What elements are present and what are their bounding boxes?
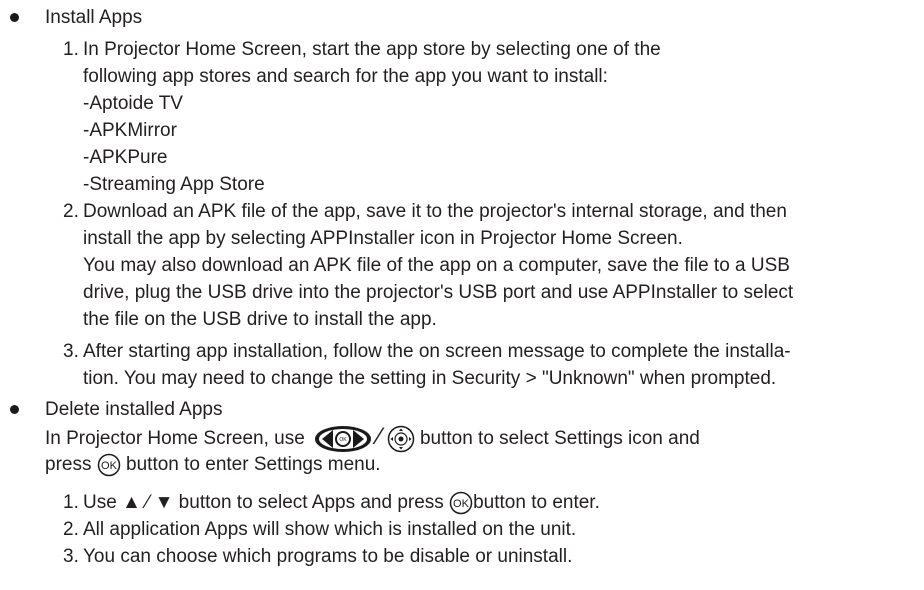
step-text: following app stores and search for the … xyxy=(83,66,608,87)
step-text: button to enter. xyxy=(473,492,600,513)
step-number: 3. xyxy=(63,341,79,362)
ok-label: OK xyxy=(453,498,470,510)
delete-apps-heading: Delete installed Apps xyxy=(45,399,223,420)
step-text: tion. You may need to change the setting… xyxy=(83,368,777,389)
step-text: Download an APK file of the app, save it… xyxy=(83,201,787,222)
delete-step-line: Use ▲ ⁄ ▼ button to select Apps and pres… xyxy=(83,489,600,516)
intro-text: button to enter Settings menu. xyxy=(126,454,381,475)
step-text: All application Apps will show which is … xyxy=(83,519,577,540)
dpad-icon: OK xyxy=(314,424,372,454)
step-text: install the app by selecting APPInstalle… xyxy=(83,228,683,249)
step-text: In Projector Home Screen, start the app … xyxy=(83,39,661,60)
step-text: After starting app installation, follow … xyxy=(83,341,791,362)
step-number: 1. xyxy=(63,492,79,513)
app-store-item: -APKPure xyxy=(83,147,168,168)
step-text: You can choose which programs to be disa… xyxy=(83,546,573,567)
slash-separator: ⁄ xyxy=(377,423,382,450)
install-apps-heading: Install Apps xyxy=(45,7,143,28)
ok-button-icon: OK xyxy=(97,453,121,477)
step-number: 2. xyxy=(63,519,79,540)
step-number: 1. xyxy=(63,39,79,60)
step-text: You may also download an APK file of the… xyxy=(83,255,790,276)
delete-intro-line: In Projector Home Screen, use OK ⁄ butto… xyxy=(45,423,700,454)
bullet-icon xyxy=(10,405,19,414)
svg-text:OK: OK xyxy=(339,437,347,443)
app-store-item: -APKMirror xyxy=(83,120,177,141)
step-number: 3. xyxy=(63,546,79,567)
ok-button-icon: OK xyxy=(449,491,473,515)
step-text: the file on the USB drive to install the… xyxy=(83,309,437,330)
intro-text: In Projector Home Screen, use xyxy=(45,428,305,449)
step-text: drive, plug the USB drive into the proje… xyxy=(83,282,794,303)
intro-text: button to select Settings icon and xyxy=(419,428,700,449)
ok-label: OK xyxy=(101,460,118,472)
step-text: Use ▲ ⁄ ▼ button to select Apps and pres… xyxy=(83,492,444,513)
app-store-item: -Aptoide TV xyxy=(83,93,183,114)
remote-dpad-icon xyxy=(387,425,415,453)
app-store-item: -Streaming App Store xyxy=(83,174,265,195)
delete-intro-line: press OK button to enter Settings menu. xyxy=(45,451,381,478)
step-number: 2. xyxy=(63,201,79,222)
intro-text: press xyxy=(45,454,92,475)
bullet-icon xyxy=(10,13,19,22)
